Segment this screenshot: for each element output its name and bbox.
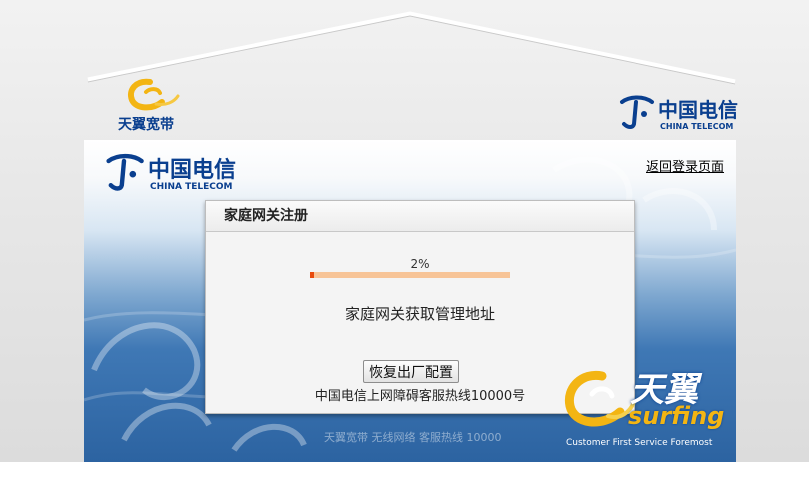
dialog-title: 家庭网关注册: [206, 201, 634, 232]
tianyi-broadband-logo: 天翼宽带: [112, 76, 192, 134]
telecom-en-name: CHINA TELECOM: [660, 122, 734, 131]
factory-reset-button[interactable]: 恢复出厂配置: [363, 360, 459, 383]
broadband-name: 天翼宽带: [118, 117, 174, 133]
surfing-en: surfing: [628, 402, 725, 430]
china-telecom-icon: [620, 95, 654, 129]
main-panel: 中国电信 CHINA TELECOM 返回登录页面 家庭网关注册 2% 家庭网关…: [84, 140, 736, 462]
progress-bar-fill: [310, 272, 314, 278]
progress-bar: [310, 272, 510, 278]
telecom-en-name: CHINA TELECOM: [150, 182, 233, 192]
page-frame: 天翼宽带 中国电信 CHINA TELECOM 中国电信 CHINA TELEC…: [0, 0, 809, 462]
telecom-cn-name: 中国电信: [658, 98, 738, 122]
surfing-swirl-icon: [564, 370, 636, 427]
watermark-text: 天翼宽带 无线网络 客服热线 10000: [324, 431, 502, 444]
status-message: 家庭网关获取管理地址: [344, 305, 495, 323]
china-telecom-icon: [106, 153, 144, 191]
telecom-cn-name: 中国电信: [148, 157, 237, 183]
china-telecom-logo-top: 中国电信 CHINA TELECOM: [616, 92, 740, 134]
china-telecom-logo-header: 中国电信 CHINA TELECOM: [102, 150, 242, 194]
back-to-login-link[interactable]: 返回登录页面: [646, 156, 724, 175]
tianyi-swirl-icon: [128, 78, 180, 111]
progress-percent: 2%: [410, 257, 430, 271]
slogan-text: Customer First Service Foremost: [566, 438, 713, 448]
